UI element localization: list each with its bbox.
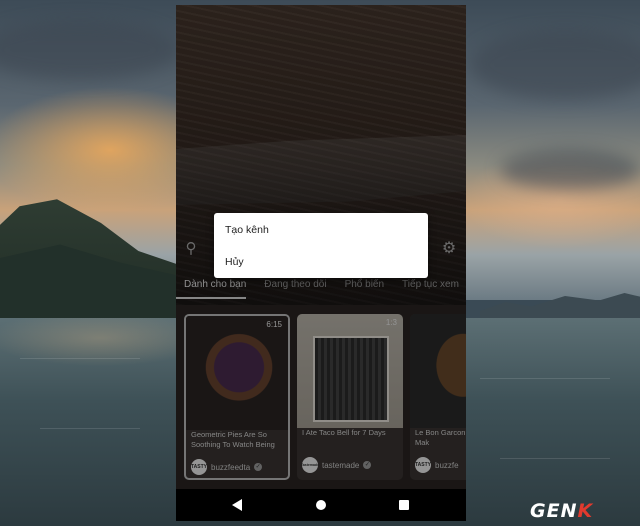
navigation-bar: [176, 489, 466, 521]
recents-square-icon[interactable]: [399, 500, 409, 510]
home-circle-icon[interactable]: [316, 500, 326, 510]
logo-text: GEN: [530, 500, 578, 522]
back-triangle-icon[interactable]: [232, 499, 242, 511]
menu-item-cancel[interactable]: Hủy: [214, 247, 428, 277]
logo-accent-text: K: [577, 500, 594, 522]
popup-menu: Tạo kênh Hủy: [214, 213, 428, 278]
wave: [40, 428, 140, 429]
watermark-logo: GENK: [530, 500, 594, 522]
cloud: [500, 150, 640, 190]
wave: [480, 378, 610, 379]
wave: [500, 458, 610, 459]
wave: [20, 358, 140, 359]
phone-screen: ⚲ ⚙ Dành cho bạn Đang theo dõi Phổ biến …: [176, 5, 466, 521]
menu-item-create-channel[interactable]: Tạo kênh: [214, 215, 428, 245]
